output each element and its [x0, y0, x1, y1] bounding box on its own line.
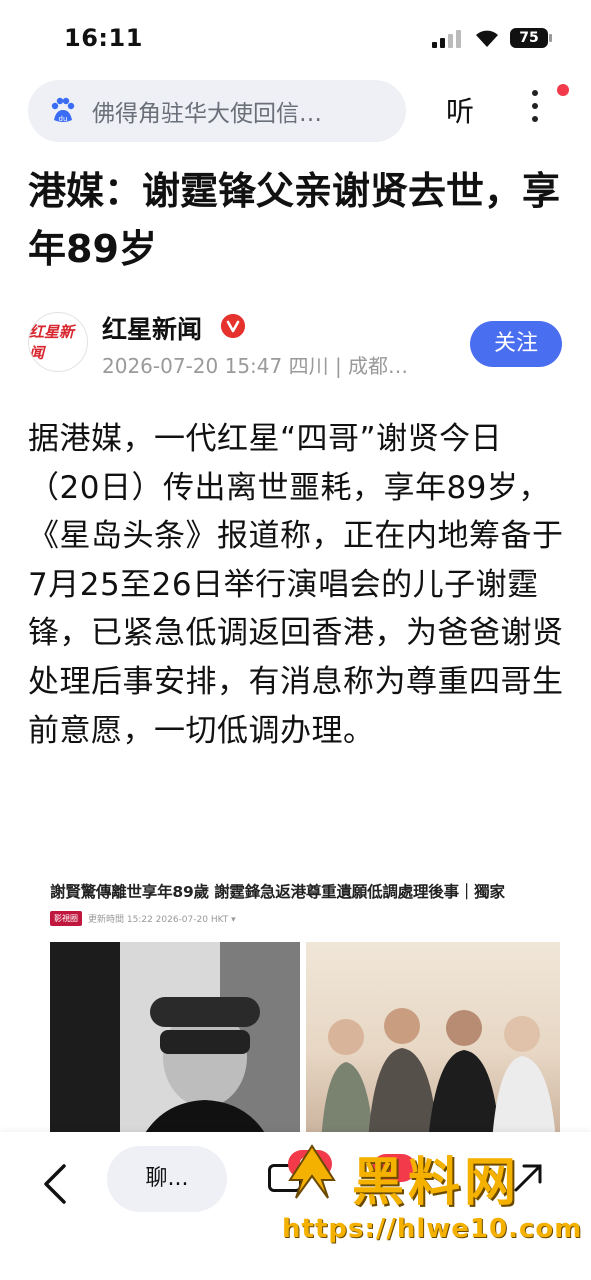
svg-text:du: du [59, 115, 68, 123]
status-time: 16:11 [64, 24, 143, 52]
follow-button[interactable]: 关注 [470, 321, 562, 367]
article-body: 据港媒，一代红星“四哥”谢贤今日（20日）传出离世噩耗，享年89岁，《星岛头条》… [28, 421, 564, 749]
more-icon[interactable] [530, 90, 540, 130]
image-photos [50, 942, 560, 1140]
signal-icon [432, 30, 462, 48]
status-bar: 16:11 75 [0, 0, 591, 78]
watermark: 黑料网 https://hlwe10.com [282, 1140, 582, 1270]
wifi-icon [476, 30, 498, 47]
portrait-figure [141, 997, 269, 1140]
group-figures [321, 1008, 556, 1140]
article-image[interactable]: 謝賢驚傳離世享年89歲 謝霆鋒急返港尊重遺願低調處理後事｜獨家 影視圈 更新時間… [50, 880, 560, 1140]
source-name[interactable]: 红星新闻 [102, 310, 202, 346]
watermark-text: 黑料网 [352, 1153, 521, 1213]
photo-portrait [50, 942, 300, 1140]
watermark-url: https://hlwe10.com [282, 1214, 583, 1244]
search-bar[interactable]: du 佛得角驻华大使回信… [28, 80, 406, 142]
source-avatar-logo: 红星新闻 [29, 323, 75, 362]
battery-icon: 75 [510, 28, 552, 48]
notification-dot [557, 84, 569, 96]
article-meta: 2026-07-20 15:47 四川 | 成都… [102, 354, 409, 378]
verified-icon [221, 314, 245, 338]
image-headline: 謝賢驚傳離世享年89歲 謝霆鋒急返港尊重遺願低調處理後事｜獨家 [50, 883, 505, 901]
source-avatar[interactable]: 红星新闻 [28, 312, 88, 372]
search-query: 佛得角驻华大使回信… [92, 101, 322, 127]
listen-button[interactable]: 听 [446, 90, 474, 130]
image-meta: 更新時間 15:22 2026-07-20 HKT ▾ [88, 915, 236, 925]
baidu-paw-icon: du [51, 97, 75, 123]
image-badge: 影視圈 [50, 911, 82, 926]
back-icon[interactable] [40, 1162, 70, 1206]
image-meta-row: 影視圈 更新時間 15:22 2026-07-20 HKT ▾ [50, 911, 560, 926]
chat-input-button[interactable]: 聊... [107, 1146, 227, 1212]
photo-group [306, 942, 560, 1140]
article-title: 港媒：谢霆锋父亲谢贤去世，享年89岁 [28, 169, 561, 271]
watermark-logo-icon [288, 1144, 336, 1199]
